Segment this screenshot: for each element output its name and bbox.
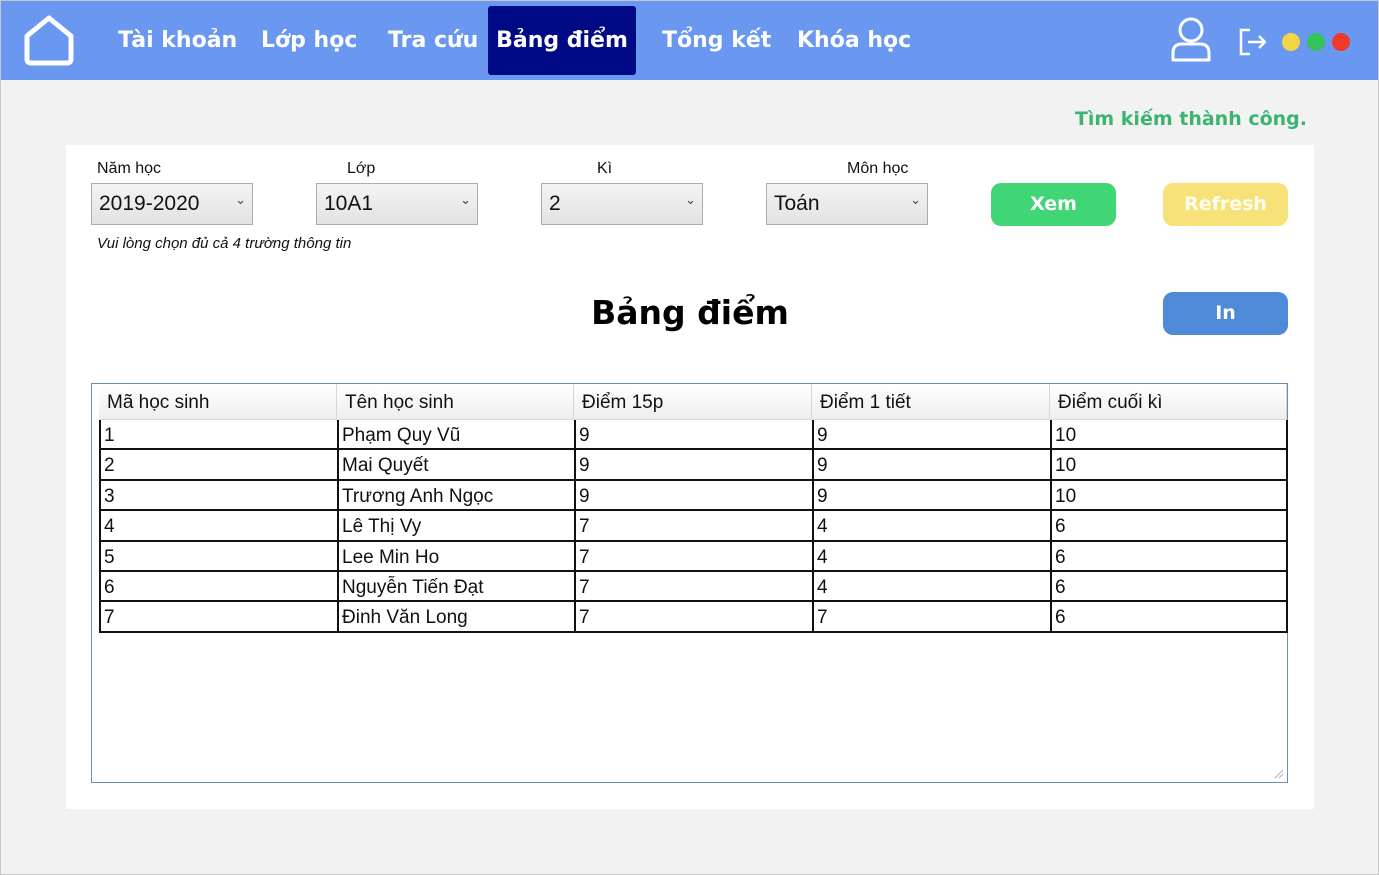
nav-item-lop-hoc[interactable]: Lớp học — [241, 6, 377, 75]
nav-item-tai-khoan[interactable]: Tài khoản — [98, 6, 257, 75]
score-15p-cell[interactable]: 7 — [574, 602, 812, 631]
chevron-down-icon: ⌄ — [460, 193, 471, 208]
score-15p-cell[interactable]: 7 — [574, 511, 812, 540]
student-id-cell[interactable]: 2 — [99, 450, 337, 479]
score-1-tiet-cell[interactable]: 9 — [812, 420, 1050, 449]
filter-hint: Vui lòng chọn đủ cả 4 trường thông tin — [97, 235, 352, 252]
refresh-button[interactable]: Refresh — [1163, 183, 1288, 226]
grade-table[interactable]: Mã học sinh Tên học sinh Điểm 15p Điểm 1… — [91, 383, 1288, 783]
status-message: Tìm kiếm thành công. — [1074, 108, 1307, 130]
score-final-cell[interactable]: 6 — [1050, 602, 1288, 631]
year-select-value: 2019-2020 — [99, 192, 200, 215]
chevron-down-icon: ⌄ — [910, 193, 921, 208]
table-row[interactable]: 5 Lee Min Ho 7 4 6 — [99, 541, 1288, 572]
score-15p-cell[interactable]: 9 — [574, 480, 812, 510]
user-icon[interactable] — [1170, 16, 1212, 62]
score-final-cell[interactable]: 10 — [1050, 450, 1288, 479]
nav-item-khoa-hoc[interactable]: Khóa học — [777, 6, 931, 75]
student-name-cell[interactable]: Lê Thị Vy — [337, 511, 574, 540]
maximize-dot[interactable] — [1307, 33, 1325, 51]
score-15p-cell[interactable]: 7 — [574, 571, 812, 601]
column-header[interactable]: Điểm cuối kì — [1050, 384, 1287, 420]
chevron-down-icon: ⌄ — [685, 193, 696, 208]
class-select[interactable]: 10A1 ⌄ — [316, 183, 478, 225]
table-row[interactable]: 7 Đinh Văn Long 7 7 6 — [99, 602, 1288, 633]
student-id-cell[interactable]: 4 — [99, 511, 337, 540]
score-1-tiet-cell[interactable]: 4 — [812, 511, 1050, 540]
student-name-cell[interactable]: Mai Quyết — [337, 450, 574, 479]
table-row[interactable]: 4 Lê Thị Vy 7 4 6 — [99, 511, 1288, 542]
resize-grip-icon — [1274, 769, 1284, 779]
class-label: Lớp — [347, 160, 376, 177]
table-row[interactable]: 3 Trương Anh Ngọc 9 9 10 — [99, 480, 1288, 512]
student-name-cell[interactable]: Đinh Văn Long — [337, 602, 574, 631]
score-15p-cell[interactable]: 9 — [574, 420, 812, 449]
minimize-dot[interactable] — [1282, 33, 1300, 51]
table-row[interactable]: 6 Nguyễn Tiến Đạt 7 4 6 — [99, 571, 1288, 603]
score-1-tiet-cell[interactable]: 4 — [812, 541, 1050, 570]
student-name-cell[interactable]: Trương Anh Ngọc — [337, 480, 574, 510]
nav-item-tong-ket[interactable]: Tổng kết — [642, 6, 791, 75]
student-id-cell[interactable]: 1 — [99, 420, 337, 449]
score-final-cell[interactable]: 6 — [1050, 571, 1288, 601]
grade-panel: Năm học 2019-2020 ⌄ Lớp 10A1 ⌄ Kì 2 ⌄ Mô… — [66, 145, 1314, 809]
score-1-tiet-cell[interactable]: 4 — [812, 571, 1050, 601]
score-final-cell[interactable]: 6 — [1050, 511, 1288, 540]
student-name-cell[interactable]: Nguyễn Tiến Đạt — [337, 571, 574, 601]
subject-select[interactable]: Toán ⌄ — [766, 183, 928, 225]
table-row[interactable]: 2 Mai Quyết 9 9 10 — [99, 450, 1288, 481]
score-15p-cell[interactable]: 7 — [574, 541, 812, 570]
score-final-cell[interactable]: 10 — [1050, 480, 1288, 510]
term-label: Kì — [597, 160, 613, 177]
score-final-cell[interactable]: 10 — [1050, 420, 1288, 449]
column-header[interactable]: Điểm 1 tiết — [812, 384, 1050, 420]
nav-item-tra-cuu[interactable]: Tra cứu — [368, 6, 498, 75]
page-title: Bảng điểm — [591, 293, 789, 332]
column-header[interactable]: Tên học sinh — [337, 384, 574, 420]
year-label: Năm học — [97, 160, 162, 177]
score-final-cell[interactable]: 6 — [1050, 541, 1288, 570]
student-id-cell[interactable]: 3 — [99, 480, 337, 510]
class-select-value: 10A1 — [324, 192, 374, 215]
student-name-cell[interactable]: Phạm Quy Vũ — [337, 420, 574, 449]
column-header[interactable]: Mã học sinh — [99, 384, 337, 420]
print-button[interactable]: In — [1163, 292, 1288, 335]
term-select[interactable]: 2 ⌄ — [541, 183, 703, 225]
table-header: Mã học sinh Tên học sinh Điểm 15p Điểm 1… — [99, 384, 1287, 420]
student-id-cell[interactable]: 6 — [99, 571, 337, 601]
nav-item-bang-diem[interactable]: Bảng điểm — [488, 6, 636, 75]
subject-label: Môn học — [847, 160, 909, 177]
score-1-tiet-cell[interactable]: 9 — [812, 450, 1050, 479]
home-icon[interactable] — [22, 14, 76, 66]
chevron-down-icon: ⌄ — [235, 193, 246, 208]
table-body: 1 Phạm Quy Vũ 9 9 10 2 Mai Quyết 9 9 10 3 Trương An… — [99, 420, 1288, 633]
subject-select-value: Toán — [774, 192, 820, 215]
column-header[interactable]: Điểm 15p — [574, 384, 812, 420]
student-id-cell[interactable]: 5 — [99, 541, 337, 570]
score-1-tiet-cell[interactable]: 9 — [812, 480, 1050, 510]
close-dot[interactable] — [1332, 33, 1350, 51]
student-name-cell[interactable]: Lee Min Ho — [337, 541, 574, 570]
table-row[interactable]: 1 Phạm Quy Vũ 9 9 10 — [99, 420, 1288, 451]
top-nav-bar: Tài khoản Lớp học Tra cứu Bảng điểm Tổng… — [0, 0, 1379, 80]
term-select-value: 2 — [549, 192, 561, 215]
score-1-tiet-cell[interactable]: 7 — [812, 602, 1050, 631]
student-id-cell[interactable]: 7 — [99, 602, 337, 631]
year-select[interactable]: 2019-2020 ⌄ — [91, 183, 253, 225]
score-15p-cell[interactable]: 9 — [574, 450, 812, 479]
logout-icon[interactable] — [1238, 28, 1268, 56]
view-button[interactable]: Xem — [991, 183, 1116, 226]
